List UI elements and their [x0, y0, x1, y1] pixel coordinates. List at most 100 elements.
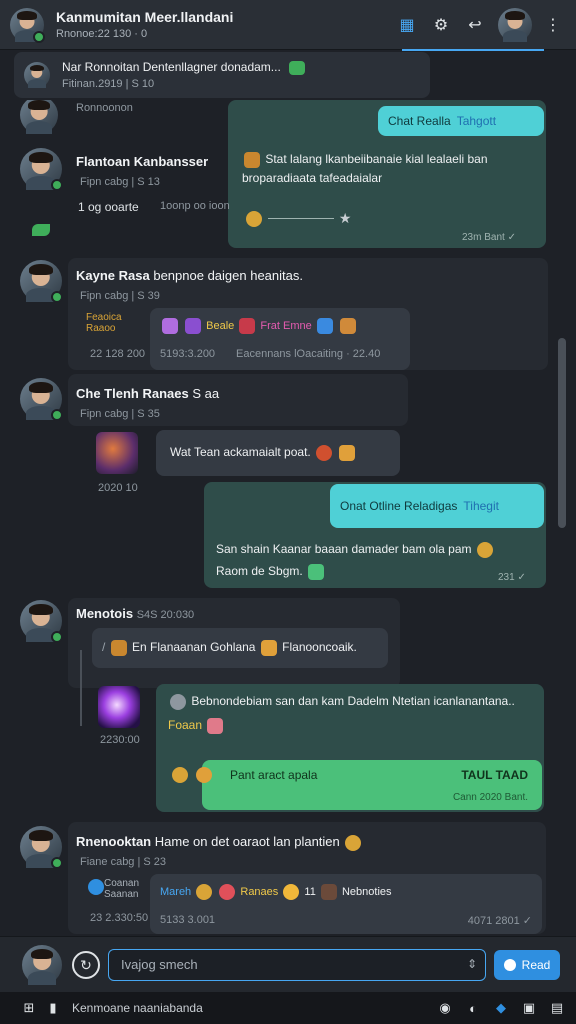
message-composer: ↻ Ivajog smech ⇕ Read	[0, 936, 576, 992]
grid-icon[interactable]: ▦	[394, 12, 420, 38]
reaction-icons[interactable]	[170, 766, 214, 784]
app-icon[interactable]: ▮	[44, 999, 62, 1017]
message-bubble-in[interactable]: Wat Tean ackamaialt poat.	[156, 430, 400, 476]
reaction-label: Ranaes	[240, 885, 279, 898]
attachment-label: Feaoica	[86, 312, 122, 323]
message-link[interactable]: Tihegit	[463, 499, 499, 513]
sticker-icon	[316, 444, 333, 461]
message-bubble-green[interactable]: Pant aract apala TAUL TAAD Cann 2020 Ban…	[202, 760, 542, 810]
book-emoji-icon	[244, 151, 260, 168]
resize-icon[interactable]: ⇕	[467, 957, 477, 971]
notes-icon[interactable]: ▣	[520, 999, 538, 1017]
security-icon[interactable]: ◆	[492, 999, 510, 1017]
avatar[interactable]	[20, 826, 63, 869]
edge-icon[interactable]: ◐	[464, 999, 482, 1017]
header-avatar[interactable]	[10, 7, 45, 43]
medal-icon	[196, 766, 213, 783]
windows-icon[interactable]: ⊞	[20, 999, 38, 1017]
message-text: Bebnondebiam san dan kam Dadelm Ntetian …	[168, 692, 534, 711]
heart-icon	[219, 884, 236, 900]
send-icon	[503, 959, 516, 971]
message-text: TAUL TAAD	[461, 768, 528, 782]
medal-icon	[172, 766, 188, 783]
browser-icon[interactable]: ◉	[436, 999, 454, 1017]
chat-subtitle: Rnonoe:22 130 · 0	[56, 28, 148, 40]
message-bubble-out-cyan[interactable]: Chat Realla Tahgott	[378, 106, 544, 136]
medal-icon	[345, 834, 362, 851]
reaction-label: Beale	[206, 319, 235, 332]
avatar[interactable]	[20, 100, 58, 134]
gear-alert-icon[interactable]: ⚙	[428, 12, 454, 38]
composer-avatar[interactable]	[22, 945, 62, 985]
reply-icon[interactable]: ↩	[462, 12, 488, 38]
app-launcher-icon[interactable]: ▤	[548, 999, 566, 1017]
message-bubble-in[interactable]: Beale Frat Emne 5193:3.200 Eacennans lOa…	[150, 308, 410, 370]
message-bubble-in[interactable]: Mareh Ranaes 11 Nebnoties 5133 3.001 407…	[150, 874, 542, 934]
message-text: Chat Realla	[388, 114, 451, 128]
more-vertical-icon[interactable]: ⋮	[540, 12, 566, 38]
sticker-icon	[170, 693, 186, 710]
message-meta: Eacennans lOacaiting · 22.40	[236, 348, 381, 360]
avatar[interactable]	[20, 148, 63, 191]
scrollbar-thumb[interactable]	[558, 338, 566, 528]
chat-title: Kanmumitan Meer.llandani	[56, 9, 234, 25]
refresh-icon[interactable]: ↻	[72, 951, 100, 979]
message-input[interactable]: Ivajog smech ⇕	[108, 949, 486, 981]
crown-emoji-icon	[339, 318, 356, 334]
active-tab-indicator	[402, 49, 544, 51]
taskbar-label: Kenmoane naaniabanda	[72, 1001, 203, 1015]
message-link[interactable]: Tahgott	[457, 114, 496, 128]
sender-sub: Fipn cabg | S 39	[80, 290, 160, 302]
sender-name: Rnenooktan Hame on det oaraot lan planti…	[76, 834, 363, 851]
attachment-preview[interactable]: Feaoica Raaoo	[86, 312, 146, 334]
attachment-labels: Coanan Saanan	[104, 878, 140, 900]
medal-icon	[246, 210, 262, 227]
info-icon	[88, 878, 104, 895]
message-text: Foaan	[168, 716, 225, 735]
message-meta: 5193:3.200	[160, 348, 216, 360]
input-placeholder: Ivajog smech	[121, 957, 198, 972]
attachment-time: 23 2.330:50	[90, 912, 149, 924]
image-thumbnail[interactable]	[98, 686, 140, 728]
pinned-message[interactable]: Nar Ronnoitan Dentenllagner donadam... F…	[14, 52, 430, 98]
sender-sub: Fipn cabg | S 35	[80, 408, 160, 420]
image-thumbnail[interactable]	[96, 432, 138, 474]
sender-name: Flantoan Kanbansser	[76, 154, 209, 169]
side-meta: 1oonp oo ioon	[160, 200, 230, 212]
header-title-block[interactable]: Kanmumitan Meer.llandani Rnonoe:22 130 ·…	[56, 9, 386, 40]
attachment-label: Raaoo	[86, 323, 116, 334]
chat-header: Kanmumitan Meer.llandani Rnonoe:22 130 ·…	[0, 0, 576, 50]
quoted-message[interactable]: / En Flanaanan Gohlana Flanooncoaik.	[92, 628, 388, 668]
smile-emoji-icon	[283, 884, 300, 900]
reaction-label: Nebnoties	[341, 885, 392, 898]
star-icon: ★	[338, 210, 352, 226]
avatar[interactable]	[20, 600, 63, 643]
message-bubble-out-cyan[interactable]: Onat Otline Reladigas Tihegit	[330, 484, 544, 528]
message-meta: 23m Bant ✓	[462, 232, 516, 243]
side-label: 1 og ooarte	[78, 200, 139, 214]
medal-icon	[196, 884, 213, 900]
sender-name: Ronnoonon	[76, 102, 133, 114]
taskbar: ⊞ ▮ Kenmoane naaniabanda ◉ ◐ ◆ ▣ ▤	[0, 992, 576, 1024]
message-meta: 4071 2801 ✓	[467, 915, 532, 927]
reaction-label: Frat Emne	[260, 319, 312, 332]
message-list[interactable]: Ronnoonon Chat Realla Tahgott Stat lalan…	[0, 100, 576, 936]
message-text: Onat Otline Reladigas	[340, 499, 458, 513]
shield-emoji-icon	[185, 318, 202, 334]
send-button[interactable]: Read	[494, 950, 560, 980]
message-text: Pant aract apala	[230, 768, 318, 782]
profile-avatar[interactable]	[498, 7, 532, 42]
message-meta: Cann 2020 Bant.	[452, 792, 528, 803]
sender-name: Menotois S4S 20:030	[76, 606, 195, 621]
gem-emoji-icon	[162, 318, 178, 334]
thread-line	[80, 650, 82, 726]
pin-badge-icon	[288, 60, 305, 75]
badge-emoji-icon	[316, 318, 333, 334]
pinned-avatar	[24, 62, 50, 88]
attachment-time: 22 128 200	[90, 348, 146, 360]
fire-emoji-icon	[239, 318, 256, 334]
attachment-preview[interactable]	[86, 878, 106, 896]
avatar[interactable]	[20, 378, 63, 421]
sticker-icon	[320, 884, 337, 900]
avatar[interactable]	[20, 260, 63, 303]
